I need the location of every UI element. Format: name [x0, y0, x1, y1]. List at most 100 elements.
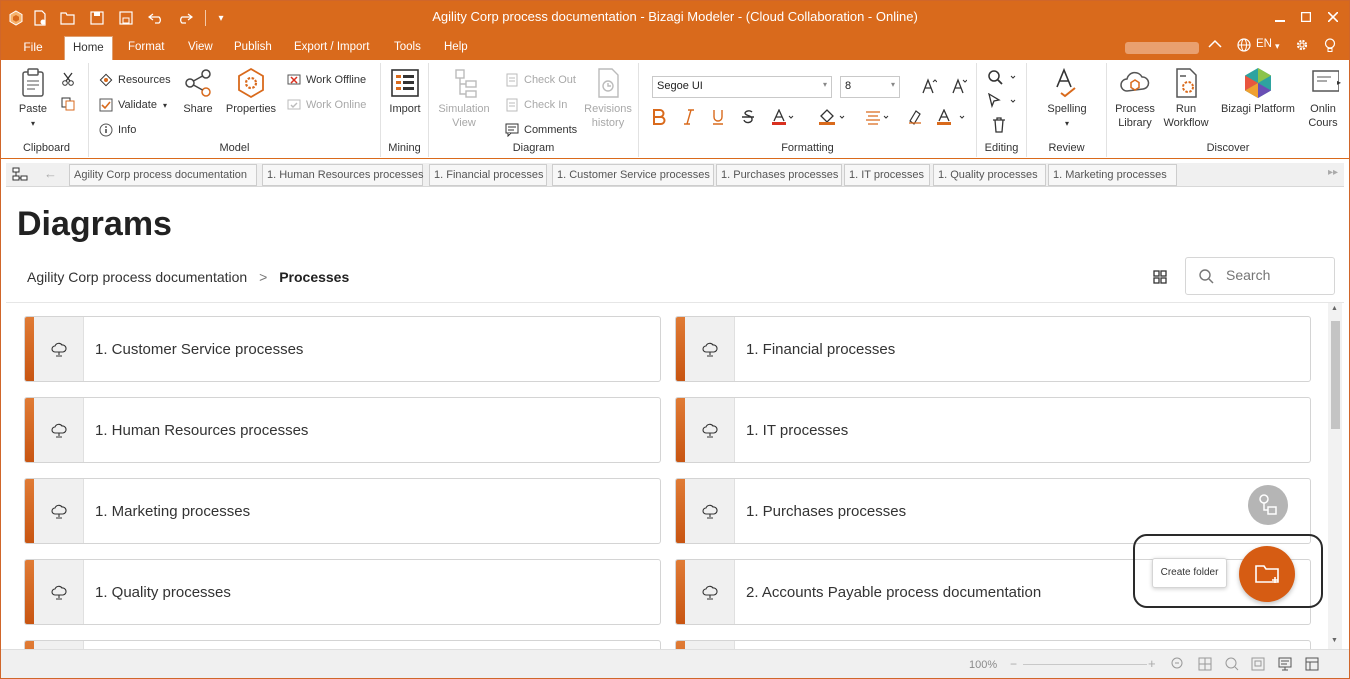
file-tab[interactable]: File — [9, 37, 57, 57]
settings-gear-icon[interactable] — [1295, 38, 1309, 55]
doc-tab-purchases[interactable]: 1. Purchases processes — [716, 164, 842, 186]
doc-tab-marketing[interactable]: 1. Marketing processes — [1048, 164, 1177, 186]
close-button[interactable] — [1322, 6, 1344, 28]
cloud-folder-icon — [702, 342, 718, 357]
new-diagram-button[interactable] — [1248, 485, 1288, 525]
share-button[interactable]: Share — [179, 67, 217, 116]
properties-button[interactable]: Properties — [223, 67, 279, 116]
folder-card[interactable]: 1. IT processes — [675, 397, 1311, 463]
presentation-icon[interactable] — [1278, 657, 1292, 671]
folder-card-label: 1. Financial processes — [746, 341, 896, 358]
doc-tab-human-resources[interactable]: 1. Human Resources processes — [262, 164, 424, 186]
zoom-in-icon[interactable]: + — [1148, 656, 1156, 671]
work-offline-button[interactable]: Work Offline — [287, 72, 366, 88]
layout-icon[interactable] — [1305, 657, 1319, 671]
language-chevron-icon[interactable]: ▾ — [1275, 41, 1280, 52]
run-workflow-button[interactable]: Run Workflow — [1161, 67, 1211, 130]
folder-card[interactable]: 1. Quality processes — [24, 559, 661, 625]
select-icon[interactable] — [987, 92, 1017, 113]
globe-icon[interactable] — [1237, 38, 1251, 55]
process-library-button[interactable]: Process Library — [1111, 67, 1159, 130]
font-color-icon[interactable] — [772, 108, 794, 129]
bizagi-platform-label: Bizagi Platform — [1221, 103, 1295, 115]
doc-tab-quality[interactable]: 1. Quality processes — [933, 164, 1046, 186]
bold-icon[interactable] — [652, 109, 666, 129]
import-button[interactable]: Import — [385, 67, 425, 116]
strikethrough-icon[interactable] — [741, 109, 755, 129]
font-family-select[interactable]: Segoe UI ▾ — [652, 76, 832, 98]
grid-view-icon[interactable] — [1153, 270, 1167, 289]
zoom-slider[interactable] — [1023, 664, 1147, 665]
collapse-ribbon-icon[interactable] — [1208, 38, 1222, 52]
create-folder-button[interactable] — [1239, 546, 1295, 602]
comments-button[interactable]: Comments — [505, 122, 577, 138]
user-account[interactable] — [1125, 42, 1199, 54]
spelling-label: Spelling — [1047, 103, 1087, 115]
copy-icon[interactable] — [61, 96, 75, 112]
font-size-select[interactable]: 8 ▾ — [840, 76, 900, 98]
search-input[interactable] — [1226, 267, 1326, 283]
shrink-font-icon[interactable] — [951, 78, 968, 98]
ribbon-scroll-right-icon[interactable]: ▸ — [1337, 78, 1341, 87]
scrollbar-thumb[interactable] — [1331, 321, 1340, 429]
card-accent — [25, 560, 34, 624]
zoom-out-icon[interactable]: − — [1010, 657, 1017, 671]
doc-tab-it[interactable]: 1. IT processes — [844, 164, 930, 186]
minimize-button[interactable] — [1269, 6, 1291, 28]
online-courses-button[interactable]: Onlin Cours — [1303, 67, 1343, 130]
doc-tab-agility-corp[interactable]: Agility Corp process documentation — [69, 164, 257, 186]
breadcrumb-root[interactable]: Agility Corp process documentation — [27, 269, 247, 285]
folder-card[interactable]: 1. Human Resources processes — [24, 397, 661, 463]
folder-card[interactable]: 1. Marketing processes — [24, 478, 661, 544]
folder-plus-icon — [1255, 565, 1279, 583]
back-arrow-icon[interactable]: ← — [44, 166, 57, 181]
validate-dropdown-icon[interactable]: ▾ — [163, 101, 167, 110]
tab-view[interactable]: View — [180, 36, 221, 60]
group-label-editing: Editing — [984, 142, 1019, 154]
fit-page-icon[interactable] — [1198, 657, 1212, 671]
fill-color-icon[interactable] — [819, 109, 845, 129]
paste-button[interactable]: Paste ▾ — [11, 67, 55, 131]
maximize-button[interactable] — [1295, 6, 1317, 28]
check-out-button: Check Out — [505, 72, 576, 88]
folder-card[interactable]: 1. Customer Service processes — [24, 316, 661, 382]
cloud-folder-icon — [702, 585, 718, 600]
group-label-diagram: Diagram — [512, 142, 555, 154]
doc-tab-customer-service[interactable]: 1. Customer Service processes — [552, 164, 714, 186]
text-color-icon[interactable] — [937, 108, 967, 129]
language-selector[interactable]: EN — [1256, 38, 1272, 50]
diagram-tree-icon[interactable] — [12, 167, 28, 186]
tab-home[interactable]: Home — [64, 36, 113, 60]
zoom-fit-icon[interactable] — [1171, 657, 1185, 671]
tabs-scroll-right-icon[interactable]: ▸▸ — [1328, 167, 1338, 178]
italic-icon[interactable] — [682, 109, 696, 129]
spelling-button[interactable]: Spelling ▾ — [1037, 67, 1097, 131]
lightbulb-icon[interactable] — [1324, 38, 1336, 56]
scroll-up-icon[interactable]: ▲ — [1331, 305, 1338, 312]
grow-font-icon[interactable] — [921, 78, 938, 98]
doc-tab-financial[interactable]: 1. Financial processes — [429, 164, 547, 186]
align-icon[interactable] — [865, 109, 891, 129]
tab-format[interactable]: Format — [120, 36, 172, 60]
tab-publish[interactable]: Publish — [226, 36, 280, 60]
validate-button[interactable]: Validate ▾ — [99, 97, 167, 113]
clear-format-icon[interactable] — [907, 109, 923, 129]
tab-export-import[interactable]: Export / Import — [286, 36, 377, 60]
tab-help[interactable]: Help — [436, 36, 476, 60]
cut-icon[interactable] — [61, 71, 75, 87]
info-button[interactable]: Info — [99, 122, 136, 138]
overview-icon[interactable] — [1251, 657, 1265, 671]
info-label: Info — [118, 124, 137, 136]
bizagi-platform-button[interactable]: Bizagi Platform — [1217, 67, 1299, 116]
zoom-area-icon[interactable] — [1225, 657, 1239, 671]
scroll-down-icon[interactable]: ▼ — [1331, 637, 1338, 644]
resources-button[interactable]: Resources — [99, 72, 171, 88]
folder-card[interactable]: 1. Financial processes — [675, 316, 1311, 382]
tab-tools[interactable]: Tools — [386, 36, 429, 60]
delete-icon[interactable] — [992, 117, 1006, 137]
font-family-chevron-icon: ▾ — [822, 80, 827, 89]
underline-icon[interactable] — [711, 109, 725, 129]
vertical-scrollbar[interactable]: ▲ ▼ — [1328, 303, 1342, 649]
find-icon[interactable] — [987, 69, 1017, 89]
simulation-view-label-1: Simulation — [438, 103, 490, 115]
